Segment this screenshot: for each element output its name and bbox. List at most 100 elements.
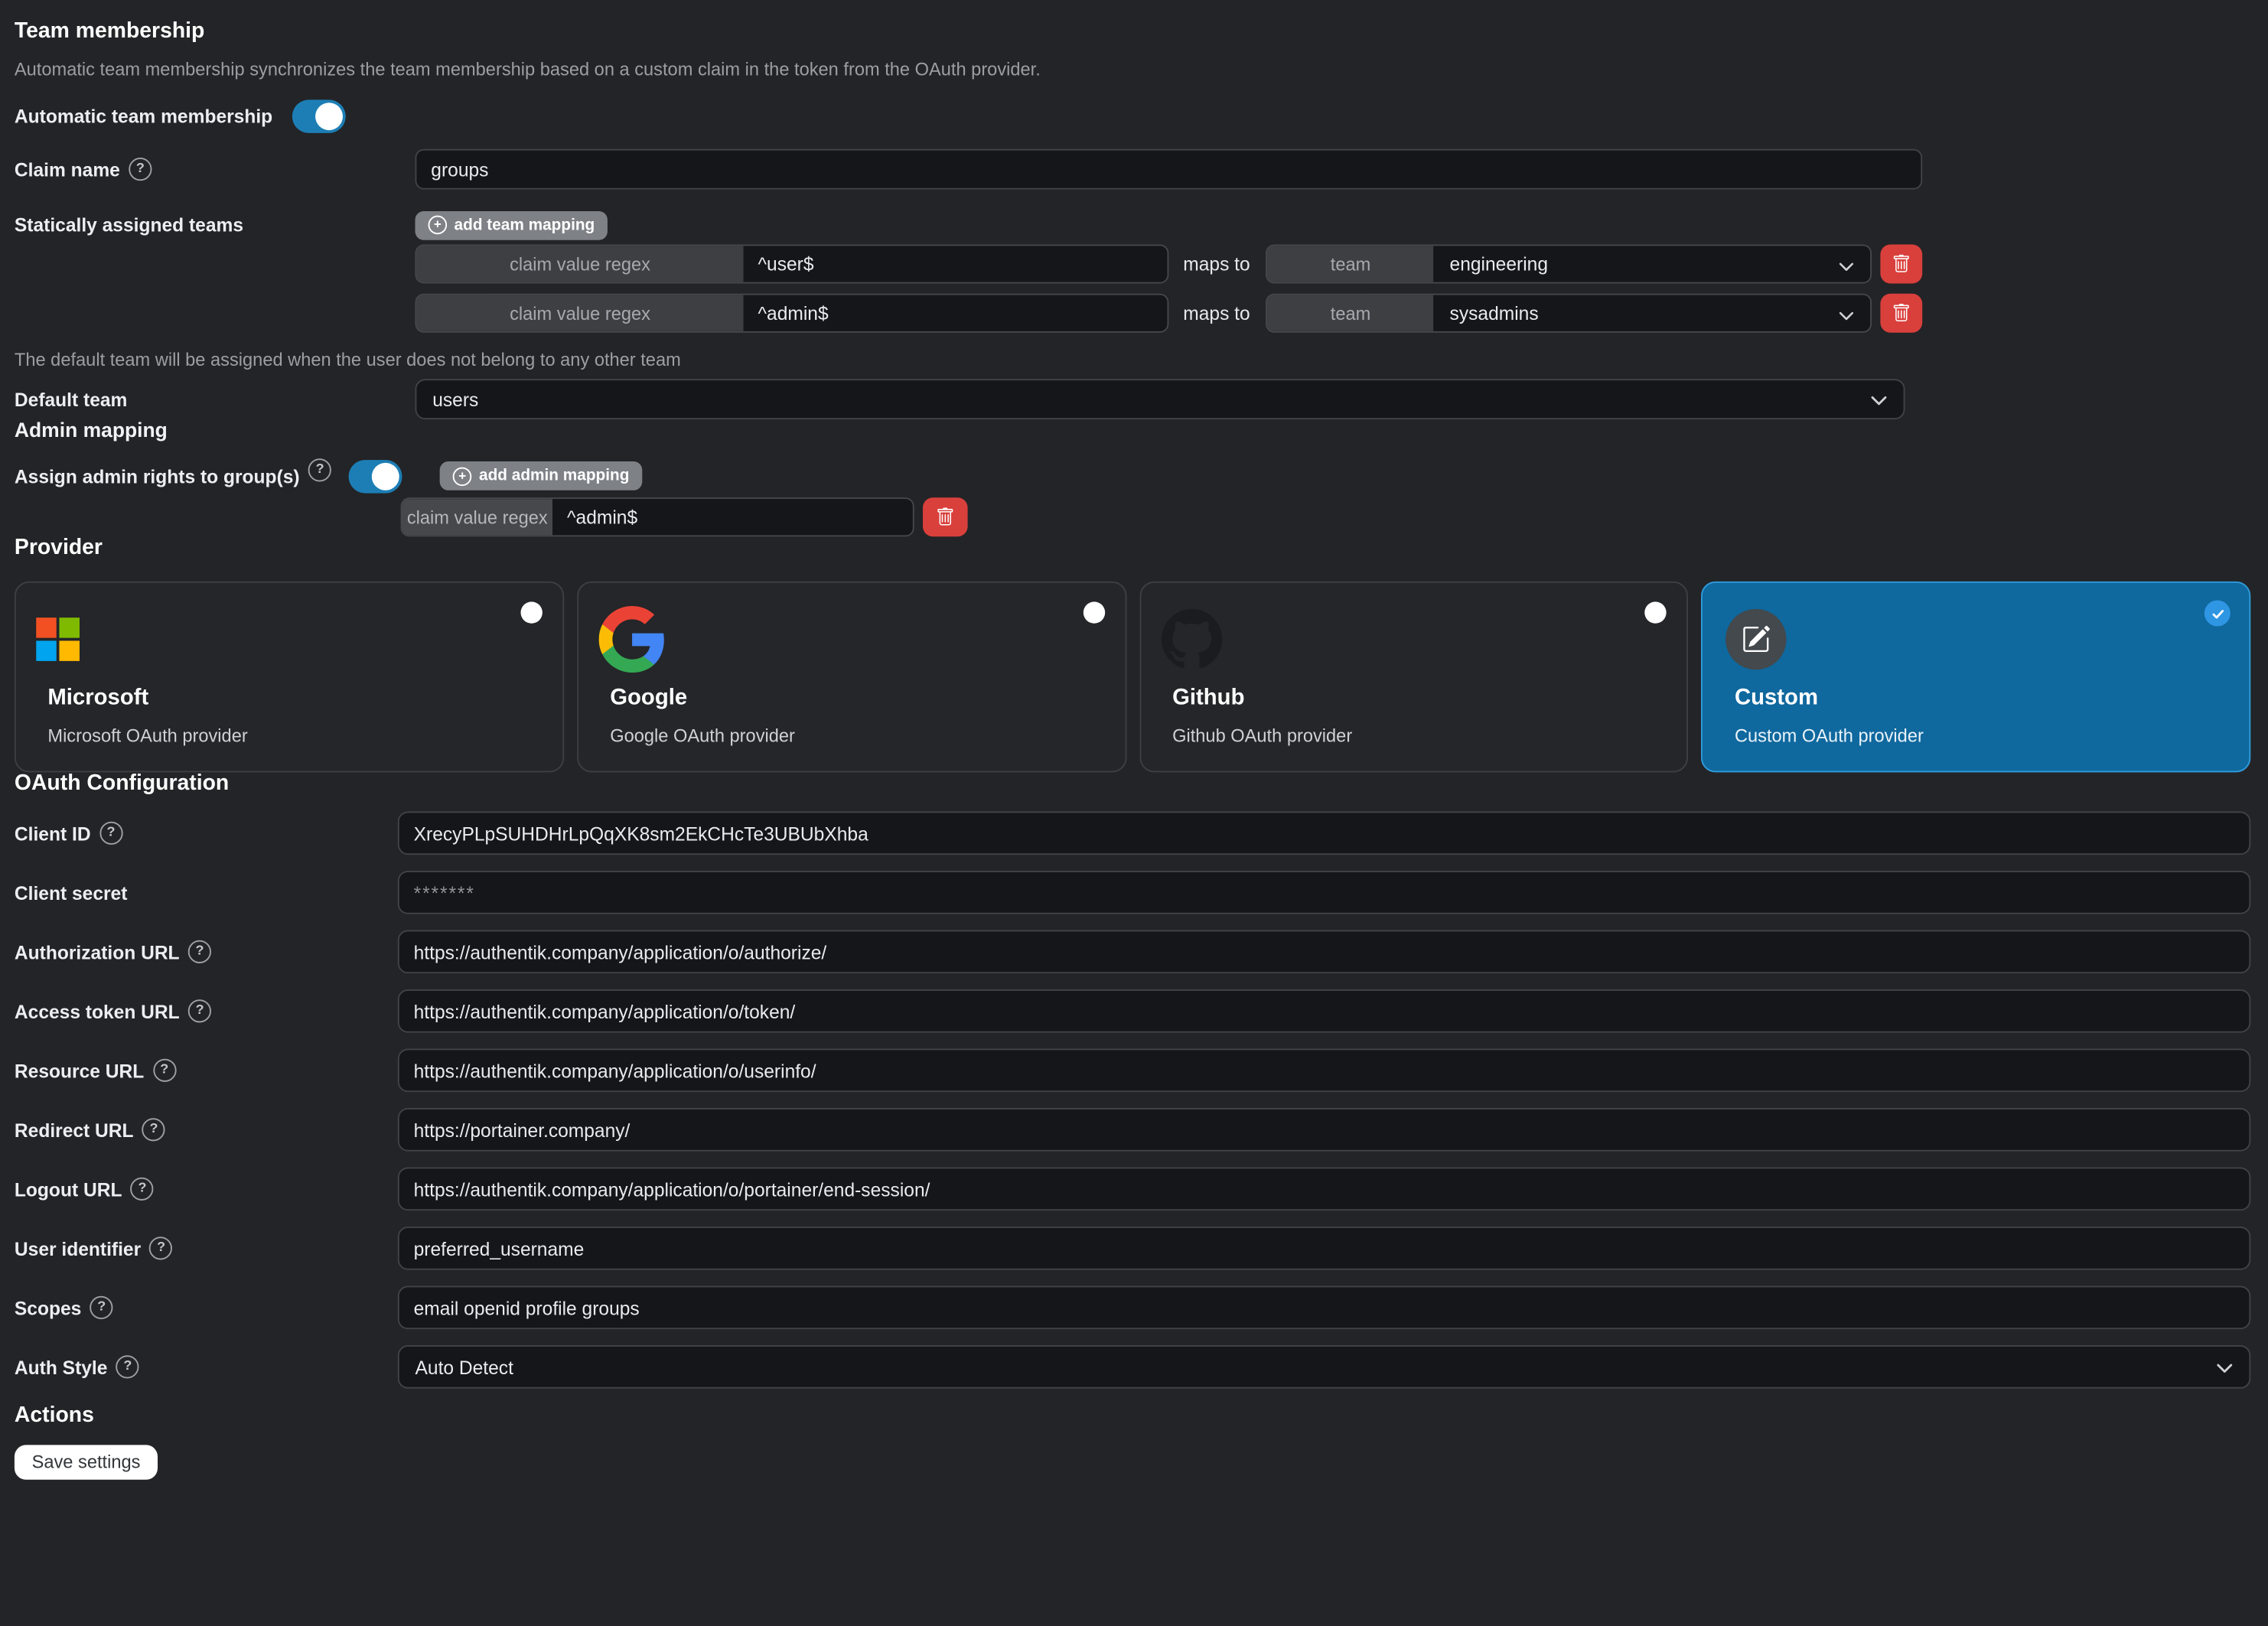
client-secret-input[interactable] [398,871,2250,914]
default-team-select-value: users [432,389,478,410]
team-membership-description: Automatic team membership synchronizes t… [15,60,2250,80]
delete-mapping-button[interactable] [1881,294,1923,333]
radio-unselected-icon[interactable] [1645,601,1667,623]
user-identifier-input[interactable] [398,1227,2250,1270]
provider-card-title: Google [610,686,687,712]
assign-admin-rights-label: Assign admin rights to group(s) [15,465,300,487]
delete-admin-mapping-button[interactable] [923,497,968,536]
provider-card-github[interactable]: Github Github OAuth provider [1139,582,1689,773]
actions-heading: Actions [15,1404,2250,1427]
team-membership-heading: Team membership [15,20,2250,43]
help-icon[interactable]: ? [188,999,211,1022]
plus-circle-icon: + [453,467,472,486]
team-select-value: sysadmins [1450,302,1539,324]
client-id-label: Client ID [15,823,91,844]
plus-circle-icon: + [429,216,448,235]
claim-value-regex-prefix: claim value regex [416,295,743,331]
add-admin-mapping-label: add admin mapping [479,468,629,485]
google-logo-icon [598,606,665,679]
authorization-url-input[interactable] [398,930,2250,973]
add-admin-mapping-button[interactable]: + add admin mapping [440,461,642,490]
add-team-mapping-button[interactable]: + add team mapping [415,210,608,240]
client-secret-label: Client secret [15,881,128,903]
help-icon[interactable]: ? [149,1237,172,1259]
custom-edit-icon [1726,609,1787,670]
team-prefix: team [1267,295,1433,331]
provider-card-description: Custom OAuth provider [1735,726,1924,746]
provider-card-description: Google OAuth provider [610,726,795,746]
team-mapping-row: claim value regex maps to team engineeri… [15,244,2250,283]
toggle-knob [316,102,344,129]
team-select[interactable]: engineering [1434,246,1871,282]
oauth-configuration-heading: OAuth Configuration [15,772,2250,795]
provider-card-title: Custom [1735,686,1818,712]
maps-to-label: maps to [1183,253,1250,275]
admin-claim-regex-input[interactable] [552,499,913,535]
scopes-label: Scopes [15,1297,81,1318]
auth-style-select[interactable]: Auto Detect [398,1345,2250,1389]
client-id-input[interactable] [398,811,2250,855]
redirect-url-label: Redirect URL [15,1119,134,1140]
chevron-down-icon [1839,257,1855,279]
help-icon[interactable]: ? [129,158,152,181]
scopes-input[interactable] [398,1285,2250,1329]
auth-style-label: Auth Style [15,1356,108,1377]
microsoft-logo-icon [36,617,80,661]
chevron-down-icon [1839,306,1855,327]
default-team-select[interactable]: users [415,379,1905,419]
oauth-settings-page: Team membership Automatic team membershi… [0,0,2268,1480]
access-token-url-input[interactable] [398,989,2250,1033]
help-icon[interactable]: ? [142,1118,165,1141]
chevron-down-icon [2216,1360,2234,1381]
claim-name-input[interactable] [415,149,1923,190]
admin-mapping-heading: Admin mapping [15,419,2250,441]
help-icon[interactable]: ? [308,458,331,481]
claim-value-regex-prefix: claim value regex [402,499,553,535]
access-token-url-label: Access token URL [15,1000,180,1022]
claim-value-regex-prefix: claim value regex [416,246,743,282]
assign-admin-rights-toggle[interactable] [349,459,402,492]
delete-mapping-button[interactable] [1881,244,1923,283]
automatic-team-membership-toggle[interactable] [293,99,347,132]
user-identifier-label: User identifier [15,1237,141,1259]
trash-icon [936,507,955,526]
resource-url-label: Resource URL [15,1060,144,1081]
auth-style-select-value: Auto Detect [415,1356,513,1377]
provider-heading: Provider [15,536,2250,559]
logout-url-input[interactable] [398,1167,2250,1211]
statically-assigned-teams-label: Statically assigned teams [15,214,243,236]
authorization-url-label: Authorization URL [15,941,180,963]
default-team-help-text: The default team will be assigned when t… [15,351,2250,370]
team-prefix: team [1267,246,1433,282]
help-icon[interactable]: ? [99,822,122,845]
add-team-mapping-label: add team mapping [455,217,595,234]
help-icon[interactable]: ? [188,940,211,963]
default-team-label: Default team [15,389,128,410]
provider-card-custom[interactable]: Custom Custom OAuth provider [1701,582,2250,773]
maps-to-label: maps to [1183,302,1250,324]
radio-unselected-icon[interactable] [1083,601,1104,623]
resource-url-input[interactable] [398,1048,2250,1092]
claim-value-regex-input[interactable] [744,246,1168,282]
provider-card-google[interactable]: Google Google OAuth provider [577,582,1126,773]
selected-check-icon[interactable] [2204,600,2231,626]
provider-cards: Microsoft Microsoft OAuth provider Googl… [15,582,2250,773]
provider-card-microsoft[interactable]: Microsoft Microsoft OAuth provider [15,582,564,773]
help-icon[interactable]: ? [131,1178,154,1201]
team-select[interactable]: sysadmins [1434,295,1871,331]
automatic-team-membership-label: Automatic team membership [15,105,272,126]
trash-icon [1892,255,1911,274]
logout-url-label: Logout URL [15,1178,122,1200]
provider-card-description: Microsoft OAuth provider [47,726,247,746]
save-settings-button[interactable]: Save settings [15,1445,158,1479]
help-icon[interactable]: ? [153,1059,176,1082]
claim-name-label: Claim name [15,158,120,180]
help-icon[interactable]: ? [90,1296,113,1319]
redirect-url-input[interactable] [398,1108,2250,1152]
chevron-down-icon [1870,392,1888,413]
admin-mapping-row: claim value regex [15,497,2250,536]
claim-value-regex-input[interactable] [744,295,1168,331]
toggle-knob [372,462,399,490]
help-icon[interactable]: ? [116,1355,139,1378]
radio-unselected-icon[interactable] [520,601,542,623]
